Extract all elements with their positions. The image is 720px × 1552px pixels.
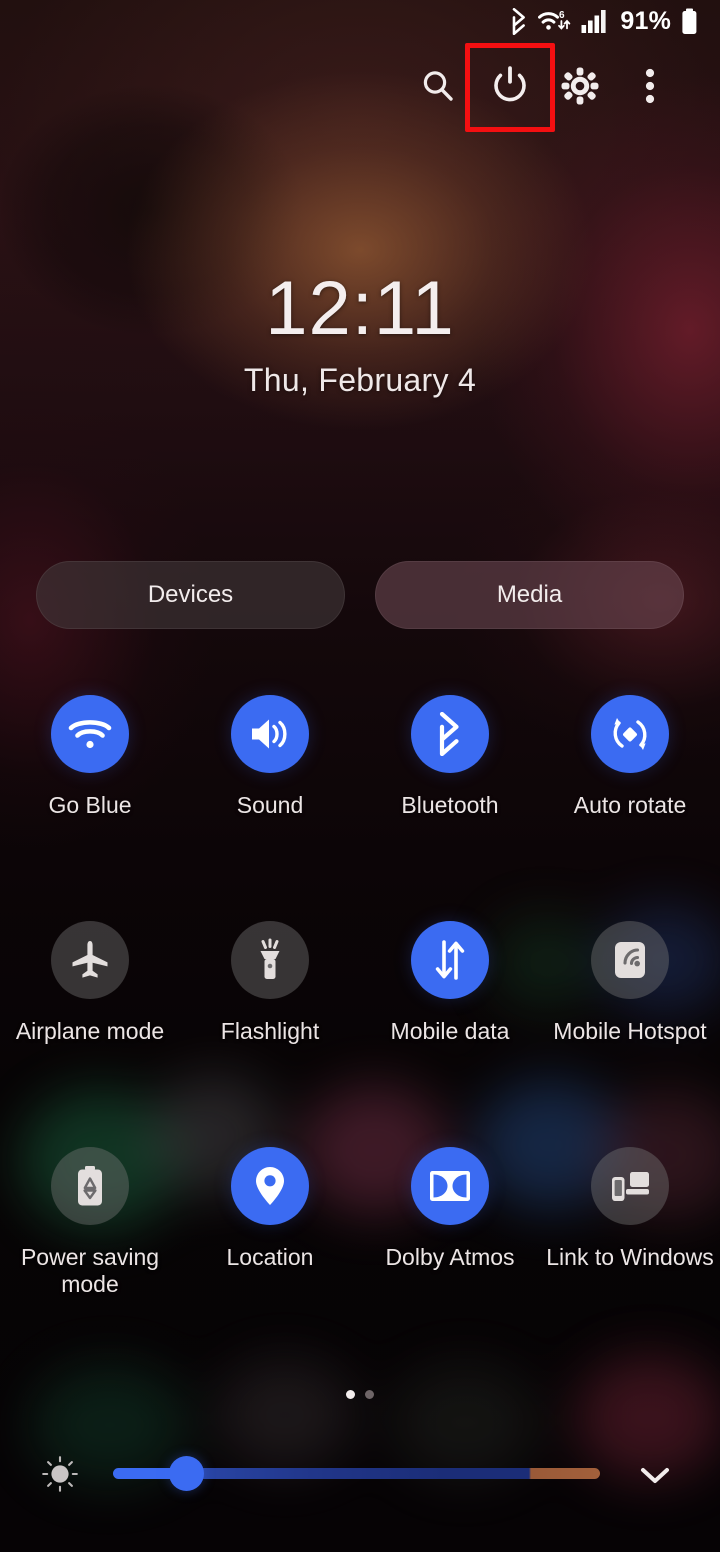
mobile-data-icon (411, 921, 489, 999)
search-icon (420, 68, 456, 109)
flashlight-icon (231, 921, 309, 999)
bluetooth-icon (411, 695, 489, 773)
clock-time: 12:11 (265, 266, 455, 351)
power-button-highlight-box (465, 43, 555, 132)
brightness-slider-thumb[interactable] (169, 1456, 204, 1491)
toggle-go-blue[interactable]: Go Blue (0, 695, 180, 921)
page-dot-active[interactable] (346, 1390, 355, 1399)
action-bar (0, 50, 720, 126)
toggle-flashlight[interactable]: Flashlight (180, 921, 360, 1147)
toggle-dolby-atmos[interactable]: Dolby Atmos (360, 1147, 540, 1373)
toggle-label: Mobile data (390, 1018, 510, 1044)
hotspot-icon (591, 921, 669, 999)
toggle-link-to-windows[interactable]: Link to Windows (540, 1147, 720, 1373)
page-dot-inactive[interactable] (365, 1390, 374, 1399)
chevron-down-icon (634, 1468, 676, 1500)
svg-text:6: 6 (559, 10, 565, 21)
toggle-auto-rotate[interactable]: Auto rotate (540, 695, 720, 921)
toggle-label: Mobile Hotspot (553, 1018, 707, 1044)
toggle-row: Go Blue Sound Bluetooth Auto rotate (0, 695, 720, 921)
toggle-label: Bluetooth (401, 792, 499, 818)
dolby-icon (411, 1147, 489, 1225)
toggle-label: Airplane mode (15, 1018, 165, 1044)
toggle-label: Link to Windows (546, 1244, 714, 1270)
toggle-label: Power saving mode (20, 1244, 160, 1297)
wifi-icon (51, 695, 129, 773)
quick-settings-screen: 6 91% 12:11 Thu, February 4 Devices Medi… (0, 0, 720, 1552)
more-options-button[interactable] (612, 50, 688, 126)
status-bar: 6 91% (0, 0, 720, 42)
volume-icon (231, 695, 309, 773)
toggle-label: Sound (236, 792, 304, 818)
quick-panel-pills: Devices Media (0, 561, 720, 629)
lockscreen-clock-area: 12:11 Thu, February 4 (0, 268, 720, 400)
toggle-label: Go Blue (48, 792, 132, 818)
bluetooth-icon (510, 7, 529, 35)
devices-pill-label: Devices (147, 581, 234, 608)
clock-date: Thu, February 4 (243, 362, 477, 398)
page-indicator (0, 1390, 720, 1399)
brightness-sun-icon (40, 1454, 80, 1494)
media-pill[interactable]: Media (375, 561, 684, 629)
toggle-mobile-data[interactable]: Mobile data (360, 921, 540, 1147)
airplane-icon (51, 921, 129, 999)
toggle-airplane-mode[interactable]: Airplane mode (0, 921, 180, 1147)
link-to-windows-icon (591, 1147, 669, 1225)
wifi-6-icon: 6 (538, 8, 572, 35)
cellular-signal-icon (581, 9, 608, 34)
toggle-bluetooth[interactable]: Bluetooth (360, 695, 540, 921)
gear-icon (561, 67, 599, 110)
toggle-row: Airplane mode Flashlight Mobile data Mob… (0, 921, 720, 1147)
devices-pill[interactable]: Devices (36, 561, 345, 629)
toggle-row: Power saving mode Location Dolby Atmos L… (0, 1147, 720, 1373)
more-options-icon (644, 67, 656, 110)
toggle-location[interactable]: Location (180, 1147, 360, 1373)
battery-percent-label: 91% (620, 6, 671, 35)
toggle-mobile-hotspot[interactable]: Mobile Hotspot (540, 921, 720, 1147)
toggle-label: Location (226, 1244, 314, 1270)
battery-saver-icon (51, 1147, 129, 1225)
brightness-row (0, 1438, 720, 1508)
expand-panel-button[interactable] (634, 1454, 676, 1496)
battery-full-icon (681, 8, 698, 35)
toggle-label: Dolby Atmos (385, 1244, 515, 1270)
toggle-power-saving-mode[interactable]: Power saving mode (0, 1147, 180, 1373)
location-pin-icon (231, 1147, 309, 1225)
toggle-sound[interactable]: Sound (180, 695, 360, 921)
toggle-label: Flashlight (220, 1018, 320, 1044)
quick-toggles-grid: Go Blue Sound Bluetooth Auto rotate Airp… (0, 695, 720, 1373)
media-pill-label: Media (496, 581, 563, 608)
toggle-label: Auto rotate (573, 792, 687, 818)
auto-rotate-icon (591, 695, 669, 773)
